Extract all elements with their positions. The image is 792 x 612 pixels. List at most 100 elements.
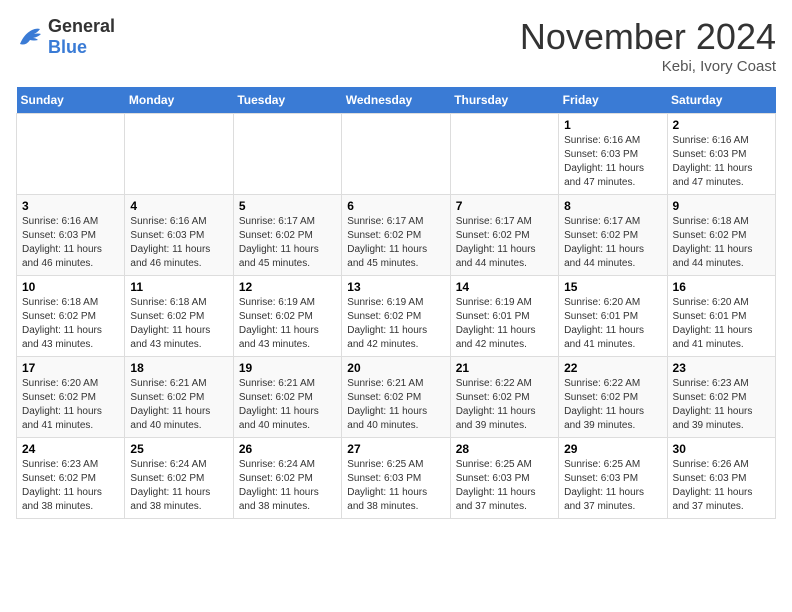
calendar-cell: 1Sunrise: 6:16 AM Sunset: 6:03 PM Daylig… xyxy=(559,114,667,195)
calendar-cell: 9 Sunrise: 6:18 AM Sunset: 6:02 PM Daylig… xyxy=(667,195,775,276)
day-number: 29 xyxy=(564,442,661,456)
day-info: Sunrise: 6:16 AM Sunset: 6:03 PM Dayligh… xyxy=(130,215,227,271)
calendar-cell xyxy=(125,114,233,195)
day-number: 13 xyxy=(347,280,444,294)
day-number: 16 xyxy=(673,280,770,294)
day-number: 19 xyxy=(239,361,336,375)
day-number: 15 xyxy=(564,280,661,294)
logo-icon xyxy=(16,26,44,48)
day-number: 28 xyxy=(456,442,553,456)
calendar-cell: 17 Sunrise: 6:20 AM Sunset: 6:02 PM Dayli… xyxy=(17,357,125,438)
day-number: 5 xyxy=(239,199,336,213)
weekday-header-cell: Sunday xyxy=(17,87,125,114)
day-number: 25 xyxy=(130,442,227,456)
month-title: November 2024 xyxy=(520,16,776,58)
day-info: Sunrise: 6:21 AM Sunset: 6:02 PM Dayligh… xyxy=(239,377,336,433)
calendar-cell: 13 Sunrise: 6:19 AM Sunset: 6:02 PM Dayli… xyxy=(342,276,450,357)
day-info: Sunrise: 6:24 AM Sunset: 6:02 PM Dayligh… xyxy=(130,458,227,514)
day-info: Sunrise: 6:20 AM Sunset: 6:01 PM Dayligh… xyxy=(564,296,661,352)
day-number: 23 xyxy=(673,361,770,375)
day-number: 21 xyxy=(456,361,553,375)
day-number: 17 xyxy=(22,361,119,375)
logo-general-text: General xyxy=(48,16,115,36)
day-info: Sunrise: 6:19 AM Sunset: 6:02 PM Dayligh… xyxy=(347,296,444,352)
weekday-header-cell: Saturday xyxy=(667,87,775,114)
day-info: Sunrise: 6:17 AM Sunset: 6:02 PM Dayligh… xyxy=(564,215,661,271)
day-info: Sunrise: 6:26 AM Sunset: 6:03 PM Dayligh… xyxy=(673,458,770,514)
day-info: Sunrise: 6:25 AM Sunset: 6:03 PM Dayligh… xyxy=(347,458,444,514)
day-number: 20 xyxy=(347,361,444,375)
calendar-cell xyxy=(450,114,558,195)
day-info: Sunrise: 6:17 AM Sunset: 6:02 PM Dayligh… xyxy=(456,215,553,271)
calendar-week-row: 3 Sunrise: 6:16 AM Sunset: 6:03 PM Daylig… xyxy=(17,195,776,276)
calendar-cell: 2 Sunrise: 6:16 AM Sunset: 6:03 PM Daylig… xyxy=(667,114,775,195)
location-text: Kebi, Ivory Coast xyxy=(520,58,776,75)
day-number: 18 xyxy=(130,361,227,375)
day-info: Sunrise: 6:19 AM Sunset: 6:02 PM Dayligh… xyxy=(239,296,336,352)
day-number: 1 xyxy=(564,118,661,132)
weekday-header-row: SundayMondayTuesdayWednesdayThursdayFrid… xyxy=(17,87,776,114)
day-info: Sunrise: 6:16 AM Sunset: 6:03 PM Dayligh… xyxy=(673,134,770,190)
calendar-cell: 3 Sunrise: 6:16 AM Sunset: 6:03 PM Daylig… xyxy=(17,195,125,276)
day-info: Sunrise: 6:22 AM Sunset: 6:02 PM Dayligh… xyxy=(564,377,661,433)
day-number: 22 xyxy=(564,361,661,375)
calendar-table: SundayMondayTuesdayWednesdayThursdayFrid… xyxy=(16,87,776,519)
logo: General Blue xyxy=(16,16,115,58)
calendar-cell: 7 Sunrise: 6:17 AM Sunset: 6:02 PM Daylig… xyxy=(450,195,558,276)
day-info: Sunrise: 6:19 AM Sunset: 6:01 PM Dayligh… xyxy=(456,296,553,352)
calendar-cell: 21Sunrise: 6:22 AM Sunset: 6:02 PM Dayli… xyxy=(450,357,558,438)
day-info: Sunrise: 6:18 AM Sunset: 6:02 PM Dayligh… xyxy=(673,215,770,271)
weekday-header-cell: Friday xyxy=(559,87,667,114)
title-block: November 2024 Kebi, Ivory Coast xyxy=(520,16,776,75)
day-number: 27 xyxy=(347,442,444,456)
day-number: 3 xyxy=(22,199,119,213)
day-info: Sunrise: 6:21 AM Sunset: 6:02 PM Dayligh… xyxy=(130,377,227,433)
calendar-cell: 27 Sunrise: 6:25 AM Sunset: 6:03 PM Dayli… xyxy=(342,438,450,519)
day-number: 4 xyxy=(130,199,227,213)
calendar-cell: 16Sunrise: 6:20 AM Sunset: 6:01 PM Dayli… xyxy=(667,276,775,357)
calendar-cell: 22 Sunrise: 6:22 AM Sunset: 6:02 PM Dayli… xyxy=(559,357,667,438)
day-info: Sunrise: 6:16 AM Sunset: 6:03 PM Dayligh… xyxy=(22,215,119,271)
calendar-week-row: 10 Sunrise: 6:18 AM Sunset: 6:02 PM Dayli… xyxy=(17,276,776,357)
weekday-header-cell: Wednesday xyxy=(342,87,450,114)
day-number: 9 xyxy=(673,199,770,213)
day-number: 26 xyxy=(239,442,336,456)
calendar-cell: 26 Sunrise: 6:24 AM Sunset: 6:02 PM Dayli… xyxy=(233,438,341,519)
calendar-cell: 6Sunrise: 6:17 AM Sunset: 6:02 PM Daylig… xyxy=(342,195,450,276)
day-info: Sunrise: 6:20 AM Sunset: 6:02 PM Dayligh… xyxy=(22,377,119,433)
day-info: Sunrise: 6:18 AM Sunset: 6:02 PM Dayligh… xyxy=(22,296,119,352)
calendar-cell: 14 Sunrise: 6:19 AM Sunset: 6:01 PM Dayli… xyxy=(450,276,558,357)
calendar-cell: 18 Sunrise: 6:21 AM Sunset: 6:02 PM Dayli… xyxy=(125,357,233,438)
weekday-header-cell: Monday xyxy=(125,87,233,114)
day-info: Sunrise: 6:18 AM Sunset: 6:02 PM Dayligh… xyxy=(130,296,227,352)
day-number: 7 xyxy=(456,199,553,213)
calendar-week-row: 24Sunrise: 6:23 AM Sunset: 6:02 PM Dayli… xyxy=(17,438,776,519)
calendar-body: 1 Sunrise: 6:16 AM Sunset: 6:03 PM Daylig… xyxy=(17,114,776,519)
calendar-cell: 11Sunrise: 6:18 AM Sunset: 6:02 PM Dayli… xyxy=(125,276,233,357)
calendar-cell: 20 Sunrise: 6:21 AM Sunset: 6:02 PM Dayli… xyxy=(342,357,450,438)
day-number: 30 xyxy=(673,442,770,456)
calendar-cell: 28 Sunrise: 6:25 AM Sunset: 6:03 PM Dayli… xyxy=(450,438,558,519)
day-number: 12 xyxy=(239,280,336,294)
calendar-cell: 5Sunrise: 6:17 AM Sunset: 6:02 PM Daylig… xyxy=(233,195,341,276)
day-number: 2 xyxy=(673,118,770,132)
calendar-cell xyxy=(233,114,341,195)
logo-blue-text: Blue xyxy=(48,37,87,57)
day-info: Sunrise: 6:25 AM Sunset: 6:03 PM Dayligh… xyxy=(456,458,553,514)
calendar-cell: 25 Sunrise: 6:24 AM Sunset: 6:02 PM Dayli… xyxy=(125,438,233,519)
day-info: Sunrise: 6:23 AM Sunset: 6:02 PM Dayligh… xyxy=(673,377,770,433)
calendar-cell: 12 Sunrise: 6:19 AM Sunset: 6:02 PM Dayli… xyxy=(233,276,341,357)
calendar-cell: 10 Sunrise: 6:18 AM Sunset: 6:02 PM Dayli… xyxy=(17,276,125,357)
day-number: 6 xyxy=(347,199,444,213)
day-number: 8 xyxy=(564,199,661,213)
day-info: Sunrise: 6:24 AM Sunset: 6:02 PM Dayligh… xyxy=(239,458,336,514)
day-number: 14 xyxy=(456,280,553,294)
day-number: 10 xyxy=(22,280,119,294)
day-number: 24 xyxy=(22,442,119,456)
calendar-cell xyxy=(342,114,450,195)
weekday-header-cell: Tuesday xyxy=(233,87,341,114)
calendar-cell: 23 Sunrise: 6:23 AM Sunset: 6:02 PM Dayli… xyxy=(667,357,775,438)
calendar-cell: 24Sunrise: 6:23 AM Sunset: 6:02 PM Dayli… xyxy=(17,438,125,519)
calendar-week-row: 17 Sunrise: 6:20 AM Sunset: 6:02 PM Dayli… xyxy=(17,357,776,438)
day-info: Sunrise: 6:21 AM Sunset: 6:02 PM Dayligh… xyxy=(347,377,444,433)
